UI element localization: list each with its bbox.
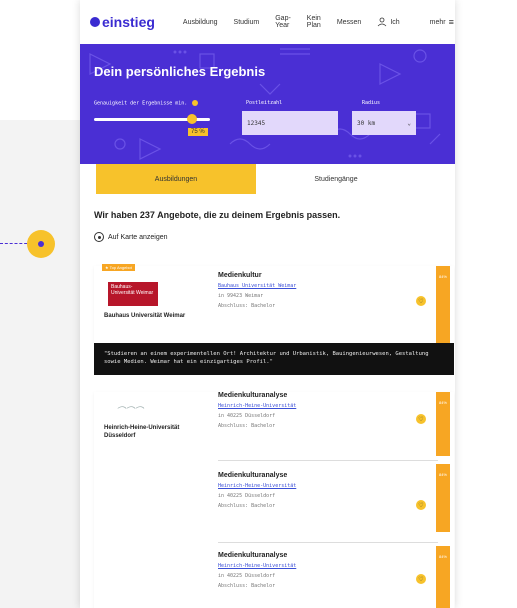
match-percentage: 84% bbox=[438, 554, 447, 559]
university-link[interactable]: Bauhaus Universität Weimar bbox=[218, 283, 438, 289]
radius-value: 30 km bbox=[357, 119, 376, 127]
accuracy-slider-label: Genauigkeit der Ergebnisse min. bbox=[94, 100, 199, 107]
offer-location: in 40225 Düsseldorf bbox=[218, 413, 276, 419]
postal-code-label: Postleitzahl bbox=[246, 100, 283, 106]
match-percentage: 84% bbox=[438, 400, 447, 405]
accuracy-slider-handle[interactable] bbox=[187, 114, 197, 124]
offer-degree: Abschluss: Bachelor bbox=[218, 503, 276, 509]
university-logo: ⌒⌒⌒ bbox=[116, 406, 144, 416]
left-background bbox=[0, 120, 80, 608]
results-count-heading: Wir haben 237 Angebote, die zu deinem Er… bbox=[94, 210, 341, 220]
info-icon[interactable] bbox=[192, 100, 199, 106]
offer-info[interactable]: Medienkulturanalyse Heinrich-Heine-Unive… bbox=[218, 472, 438, 509]
nav-ausbildung[interactable]: Ausbildung bbox=[183, 19, 218, 26]
divider bbox=[218, 542, 438, 543]
map-link-label: Auf Karte anzeigen bbox=[108, 233, 168, 241]
nav-gap-year[interactable]: Gap-Year bbox=[275, 15, 291, 29]
more-label: mehr bbox=[429, 18, 446, 26]
show-on-map-link[interactable]: Auf Karte anzeigen bbox=[94, 232, 168, 242]
nav-studium[interactable]: Studium bbox=[234, 19, 260, 26]
match-percentage: 84% bbox=[438, 274, 447, 279]
result-card[interactable]: ⌒⌒⌒ Heinrich-Heine-Universität Düsseldor… bbox=[94, 392, 454, 608]
user-menu[interactable]: Ich bbox=[377, 17, 400, 27]
university-name: Heinrich-Heine-Universität Düsseldorf bbox=[104, 425, 180, 439]
offer-info[interactable]: Medienkulturanalyse Heinrich-Heine-Unive… bbox=[218, 392, 438, 429]
offer-degree: Abschluss: Bachelor bbox=[218, 303, 276, 309]
nav-kein-plan[interactable]: Kein Plan bbox=[307, 15, 321, 29]
favorite-heart-icon[interactable]: ♡ bbox=[416, 296, 426, 306]
main-nav: Ausbildung Studium Gap-Year Kein Plan Me… bbox=[183, 15, 377, 29]
logo-text: einstieg bbox=[102, 14, 155, 30]
favorite-heart-icon[interactable]: ♡ bbox=[416, 574, 426, 584]
category-tabs: Ausbildungen Studiengänge bbox=[80, 164, 455, 194]
favorite-heart-icon[interactable]: ♡ bbox=[416, 414, 426, 424]
university-name: Bauhaus Universität Weimar bbox=[104, 313, 186, 319]
offer-location: in 40225 Düsseldorf bbox=[218, 573, 276, 579]
match-bar: 84% bbox=[436, 392, 450, 456]
radius-select[interactable]: 30 km ⌄ bbox=[352, 111, 416, 135]
offer-degree: Abschluss: Bachelor bbox=[218, 583, 276, 589]
map-pin-icon bbox=[94, 232, 104, 242]
offer-title: Medienkultur bbox=[218, 272, 262, 279]
results-hero: Dein persönliches Ergebnis Genauigkeit d… bbox=[80, 44, 455, 164]
page-title: Dein persönliches Ergebnis bbox=[94, 64, 266, 79]
offer-title: Medienkulturanalyse bbox=[218, 472, 288, 479]
result-card[interactable]: ★ Top Angebot Bauhaus-Universität Weimar… bbox=[94, 264, 454, 344]
radius-label: Radius bbox=[362, 100, 381, 106]
site-header: einstieg Ausbildung Studium Gap-Year Kei… bbox=[80, 0, 455, 44]
star-icon: ★ bbox=[105, 265, 109, 270]
nav-messen[interactable]: Messen bbox=[337, 19, 362, 26]
left-background-top bbox=[0, 0, 80, 120]
offer-title: Medienkulturanalyse bbox=[218, 552, 288, 559]
postal-code-input[interactable]: 12345 bbox=[242, 111, 338, 135]
results-page: einstieg Ausbildung Studium Gap-Year Kei… bbox=[80, 0, 455, 608]
tab-studiengaenge[interactable]: Studiengänge bbox=[256, 164, 416, 194]
user-icon bbox=[378, 17, 387, 27]
annotation-marker bbox=[27, 230, 55, 258]
favorite-heart-icon[interactable]: ♡ bbox=[416, 500, 426, 510]
logo-dot-icon bbox=[90, 17, 100, 27]
hamburger-icon: ≡ bbox=[448, 17, 454, 27]
match-bar: 84% bbox=[436, 464, 450, 532]
match-percentage: 84% bbox=[438, 472, 447, 477]
university-link[interactable]: Heinrich-Heine-Universität bbox=[218, 483, 438, 489]
offer-location: in 40225 Düsseldorf bbox=[218, 493, 276, 499]
accuracy-label-text: Genauigkeit der Ergebnisse min. bbox=[94, 100, 188, 107]
university-link[interactable]: Heinrich-Heine-Universität bbox=[218, 563, 438, 569]
accuracy-slider-value: 75 % bbox=[188, 128, 208, 136]
user-label: Ich bbox=[390, 18, 400, 26]
top-offer-label: Top Angebot bbox=[109, 265, 132, 270]
more-menu[interactable]: mehr ≡ bbox=[430, 17, 454, 27]
chevron-down-icon: ⌄ bbox=[407, 119, 411, 127]
tab-ausbildungen[interactable]: Ausbildungen bbox=[96, 164, 256, 194]
university-logo: Bauhaus-Universität Weimar bbox=[108, 282, 158, 306]
match-bar: 84% bbox=[436, 266, 450, 343]
einstieg-logo[interactable]: einstieg bbox=[90, 14, 155, 30]
match-bar: 84% bbox=[436, 546, 450, 608]
top-offer-badge: ★ Top Angebot bbox=[102, 264, 135, 271]
offer-info[interactable]: Medienkulturanalyse Heinrich-Heine-Unive… bbox=[218, 552, 438, 589]
university-link[interactable]: Heinrich-Heine-Universität bbox=[218, 403, 438, 409]
offer-location: in 99423 Weimar bbox=[218, 293, 264, 299]
university-quote: "Studieren an einem experimentellen Ort!… bbox=[94, 343, 454, 375]
offer-degree: Abschluss: Bachelor bbox=[218, 423, 276, 429]
offer-title: Medienkulturanalyse bbox=[218, 392, 288, 399]
divider bbox=[218, 460, 438, 461]
offer-info: Medienkultur Bauhaus Universität Weimar … bbox=[218, 272, 438, 309]
